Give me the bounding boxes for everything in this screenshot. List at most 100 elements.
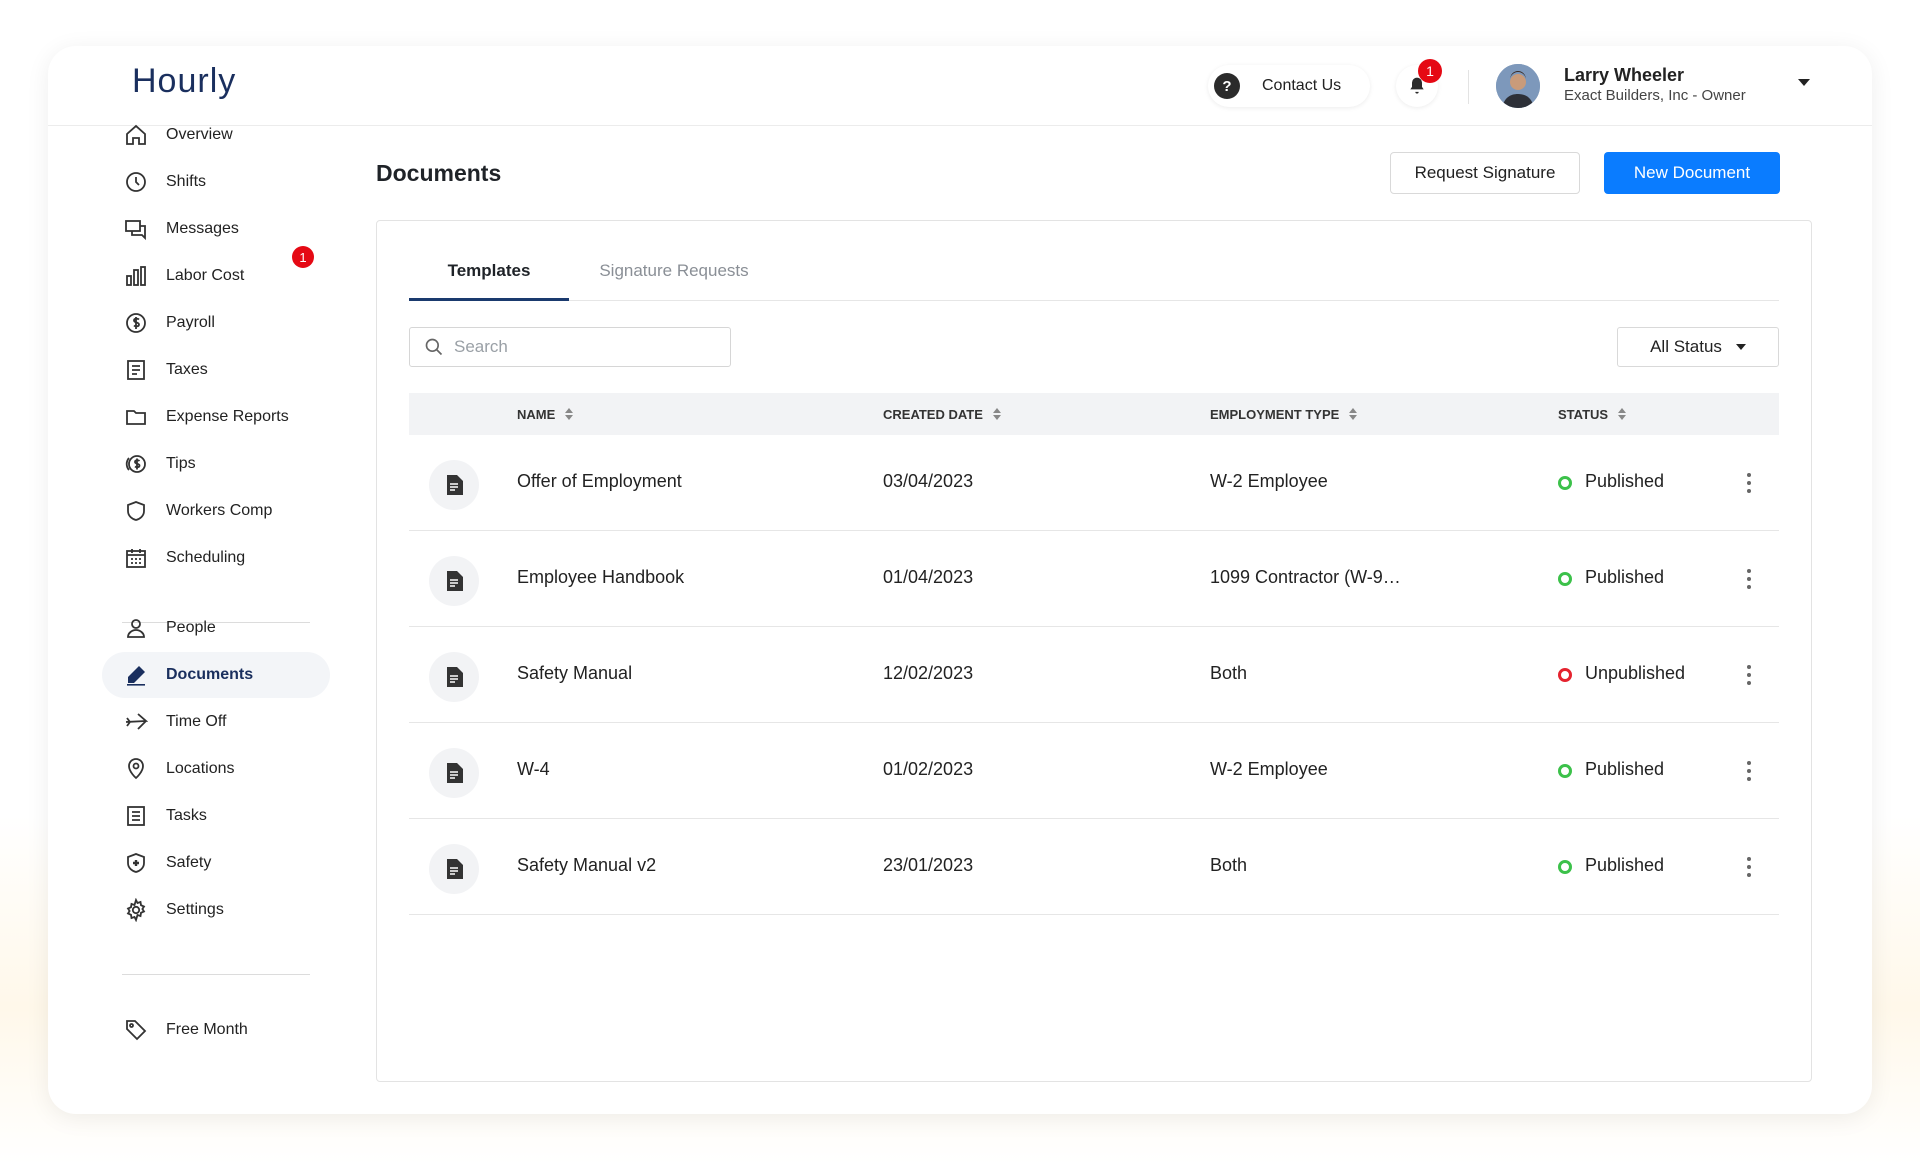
avatar[interactable] bbox=[1496, 64, 1540, 108]
top-header: Hourly ? Contact Us 1 Larry Wheeler Exac… bbox=[48, 46, 1872, 126]
created-date: 01/04/2023 bbox=[883, 567, 974, 587]
sidebar-item-expense-reports[interactable]: Expense Reports bbox=[102, 394, 330, 440]
column-header-employment-type[interactable]: EMPLOYMENT TYPE bbox=[1210, 406, 1358, 422]
document-icon bbox=[429, 748, 479, 798]
sort-icon bbox=[992, 408, 1001, 420]
search-box[interactable] bbox=[409, 327, 731, 367]
sidebar-item-tasks[interactable]: Tasks bbox=[102, 793, 330, 839]
sidebar-item-settings[interactable]: Settings bbox=[102, 887, 330, 933]
status-filter-dropdown[interactable]: All Status bbox=[1617, 327, 1779, 367]
column-header-label: EMPLOYMENT TYPE bbox=[1210, 406, 1340, 422]
sidebar-item-label: Overview bbox=[166, 126, 233, 143]
sidebar-item-label: Locations bbox=[166, 760, 235, 777]
column-header-created-date[interactable]: CREATED DATE bbox=[883, 407, 1001, 422]
new-document-button[interactable]: New Document bbox=[1604, 152, 1780, 194]
app-logo[interactable]: Hourly bbox=[132, 62, 236, 101]
sidebar-item-locations[interactable]: Locations bbox=[102, 746, 330, 792]
employment-type: W-2 Employee bbox=[1210, 759, 1328, 779]
sidebar-item-label: Safety bbox=[166, 854, 212, 871]
shield-icon bbox=[122, 497, 150, 525]
sidebar-item-scheduling[interactable]: Scheduling bbox=[102, 535, 330, 581]
location-pin-icon bbox=[122, 755, 150, 783]
document-name[interactable]: Offer of Employment bbox=[517, 471, 682, 492]
sidebar-item-label: Labor Cost bbox=[166, 267, 245, 284]
app-window: Hourly ? Contact Us 1 Larry Wheeler Exac… bbox=[48, 46, 1872, 1114]
sort-icon bbox=[565, 408, 574, 420]
document-icon bbox=[429, 556, 479, 606]
more-options-icon[interactable] bbox=[1739, 563, 1759, 595]
tasks-icon bbox=[122, 802, 150, 830]
user-role: Exact Builders, Inc - Owner bbox=[1564, 87, 1746, 104]
status-dot-icon bbox=[1558, 860, 1572, 874]
tab-templates[interactable]: Templates bbox=[409, 261, 569, 301]
status-label: Published bbox=[1585, 567, 1665, 587]
more-options-icon[interactable] bbox=[1739, 755, 1759, 787]
more-options-icon[interactable] bbox=[1739, 851, 1759, 883]
document-name[interactable]: Employee Handbook bbox=[517, 567, 684, 588]
tab-signature-requests[interactable]: Signature Requests bbox=[569, 261, 779, 301]
status-filter-value: All Status bbox=[1650, 337, 1722, 356]
help-icon: ? bbox=[1214, 73, 1240, 99]
user-menu-chevron-down-icon[interactable] bbox=[1798, 79, 1810, 86]
document-icon bbox=[429, 460, 479, 510]
notification-badge: 1 bbox=[1418, 59, 1442, 83]
notifications-button[interactable]: 1 bbox=[1396, 59, 1442, 107]
sidebar-item-free-month[interactable]: Free Month bbox=[102, 1007, 330, 1053]
table-row[interactable]: Employee Handbook 01/04/2023 1099 Contra… bbox=[409, 531, 1779, 627]
status-label: Published bbox=[1585, 759, 1665, 779]
contact-us-button[interactable]: ? Contact Us bbox=[1208, 65, 1370, 107]
sidebar-item-labor-cost[interactable]: Labor Cost bbox=[102, 253, 330, 299]
column-header-status[interactable]: STATUS bbox=[1558, 407, 1627, 422]
created-date: 01/02/2023 bbox=[883, 759, 974, 779]
sidebar-item-label: Tasks bbox=[166, 807, 207, 824]
safety-shield-icon bbox=[122, 849, 150, 877]
sidebar-item-safety[interactable]: Safety bbox=[102, 840, 330, 886]
sidebar-item-label: Messages bbox=[166, 220, 239, 237]
column-header-label: NAME bbox=[517, 406, 556, 422]
pen-icon bbox=[122, 661, 150, 689]
more-options-icon[interactable] bbox=[1739, 659, 1759, 691]
dollar-circle-icon bbox=[122, 309, 150, 337]
sidebar-item-documents[interactable]: Documents bbox=[102, 652, 330, 698]
status-label: Unpublished bbox=[1585, 663, 1686, 683]
sidebar-item-taxes[interactable]: Taxes bbox=[102, 347, 330, 393]
tag-icon bbox=[122, 1016, 150, 1044]
status-label: Published bbox=[1585, 855, 1665, 875]
sidebar-item-messages[interactable]: Messages bbox=[102, 206, 330, 252]
document-name[interactable]: Safety Manual bbox=[517, 663, 632, 684]
sidebar-item-label: Payroll bbox=[166, 314, 215, 331]
sidebar-item-time-off[interactable]: Time Off bbox=[102, 699, 330, 745]
document-icon bbox=[429, 652, 479, 702]
sidebar-item-overview[interactable]: Overview bbox=[102, 112, 330, 158]
sidebar-item-workers-comp[interactable]: Workers Comp bbox=[102, 488, 330, 534]
employment-type: Both bbox=[1210, 855, 1248, 875]
created-date: 03/04/2023 bbox=[883, 471, 974, 491]
column-header-name[interactable]: NAME bbox=[517, 406, 574, 422]
calendar-icon bbox=[122, 544, 150, 572]
table-row[interactable]: Offer of Employment 03/04/2023 W-2 Emplo… bbox=[409, 435, 1779, 531]
sidebar-item-shifts[interactable]: Shifts bbox=[102, 159, 330, 205]
search-input[interactable] bbox=[454, 337, 714, 357]
sidebar-item-people[interactable]: People bbox=[102, 605, 330, 651]
clock-icon bbox=[122, 168, 150, 196]
request-signature-button[interactable]: Request Signature bbox=[1390, 152, 1580, 194]
sidebar-item-label: People bbox=[166, 619, 216, 636]
user-name[interactable]: Larry Wheeler bbox=[1564, 65, 1684, 86]
sidebar-item-label: Expense Reports bbox=[166, 408, 289, 425]
table-header: NAME CREATED DATE EMPLOYMENT TYPE STATUS bbox=[409, 393, 1779, 435]
messages-icon bbox=[122, 215, 150, 243]
document-name[interactable]: W-4 bbox=[517, 759, 550, 780]
bar-chart-icon bbox=[122, 262, 150, 290]
sidebar-item-payroll[interactable]: Payroll bbox=[102, 300, 330, 346]
column-header-label: CREATED DATE bbox=[883, 406, 983, 422]
sidebar-item-tips[interactable]: Tips bbox=[102, 441, 330, 487]
table-row[interactable]: Safety Manual 12/02/2023 Both Unpublishe… bbox=[409, 627, 1779, 723]
table-row[interactable]: W-4 01/02/2023 W-2 Employee Published bbox=[409, 723, 1779, 819]
more-options-icon[interactable] bbox=[1739, 467, 1759, 499]
tab-bar: Templates Signature Requests bbox=[409, 249, 1779, 301]
chevron-down-icon bbox=[1735, 344, 1746, 350]
sidebar-item-label: Workers Comp bbox=[166, 502, 273, 519]
created-date: 23/01/2023 bbox=[883, 855, 974, 875]
table-row[interactable]: Safety Manual v2 23/01/2023 Both Publish… bbox=[409, 819, 1779, 915]
document-name[interactable]: Safety Manual v2 bbox=[517, 855, 656, 876]
